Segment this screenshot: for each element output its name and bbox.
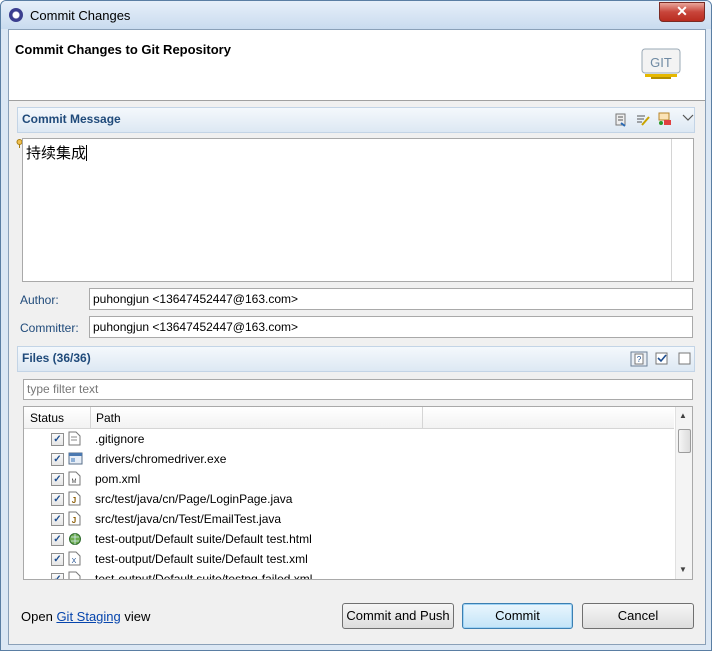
table-row[interactable]: ✓ M pom.xml [24, 469, 674, 489]
svg-text:?: ? [637, 355, 642, 364]
commit-message-section-title: Commit Message [22, 112, 121, 126]
table-row[interactable]: ✓ drivers/chromedriver.exe [24, 449, 674, 469]
table-row[interactable]: ✓ test-output/Default suite/Default test… [24, 529, 674, 549]
java-file-icon: J [68, 511, 81, 526]
column-header-path[interactable]: Path [96, 411, 121, 425]
row-checkbox[interactable]: ✓ [51, 533, 64, 546]
file-path: .gitignore [95, 432, 145, 446]
git-staging-link[interactable]: Git Staging [56, 609, 120, 624]
dialog-heading: Commit Changes to Git Repository [15, 42, 231, 57]
staging-view-hint: Open Git Staging view [21, 609, 150, 624]
column-divider[interactable] [422, 407, 423, 428]
svg-text:J: J [72, 496, 76, 505]
footer-prefix: Open [21, 609, 53, 624]
commit-and-push-button[interactable]: Commit and Push [342, 603, 454, 629]
editor-ruler [671, 139, 672, 281]
table-row[interactable]: ✓ .gitignore [24, 429, 674, 449]
committer-value: puhongjun <13647452447@163.com> [93, 320, 299, 334]
column-divider[interactable] [90, 407, 91, 428]
files-filter[interactable] [23, 379, 693, 400]
window-title: Commit Changes [30, 8, 131, 23]
close-button[interactable]: ✕ [659, 2, 705, 22]
author-value: puhongjun <13647452447@163.com> [93, 292, 299, 306]
filter-input[interactable] [24, 380, 677, 397]
table-row[interactable]: ✓ J src/test/java/cn/Test/EmailTest.java [24, 509, 674, 529]
commit-message-text: 持续集成 [26, 145, 87, 162]
previous-messages-icon[interactable] [614, 113, 628, 127]
row-checkbox[interactable]: ✓ [51, 453, 64, 466]
table-header: Status Path [24, 407, 674, 429]
table-row[interactable]: ✓ test-output/Default suite/testng-faile… [24, 569, 674, 580]
file-path: test-output/Default suite/Default test.h… [95, 532, 312, 546]
row-checkbox[interactable]: ✓ [51, 573, 64, 579]
commit-message-editor[interactable]: 持续集成 [22, 138, 694, 282]
file-path: drivers/chromedriver.exe [95, 452, 227, 466]
xml-file-icon [68, 571, 81, 579]
file-path: test-output/Default suite/testng-failed.… [95, 572, 313, 580]
scrollbar-thumb[interactable] [678, 429, 691, 453]
svg-text:M: M [72, 479, 77, 485]
svg-text:J: J [72, 516, 76, 525]
show-untracked-icon[interactable]: ? [630, 351, 648, 367]
exe-file-icon [68, 452, 83, 465]
dialog-body: Commit Changes to Git Repository GIT Com… [8, 29, 706, 645]
committer-field[interactable]: puhongjun <13647452447@163.com> [89, 316, 693, 338]
footer-suffix: view [124, 609, 151, 624]
html-file-icon [69, 533, 81, 545]
git-logo-text: GIT [650, 55, 672, 70]
deselect-all-icon[interactable] [678, 352, 692, 366]
git-logo-icon: GIT [641, 48, 681, 79]
row-checkbox[interactable]: ✓ [51, 513, 64, 526]
svg-text:X: X [72, 558, 77, 565]
text-caret [86, 145, 88, 161]
text-file-icon [68, 431, 81, 446]
row-checkbox[interactable]: ✓ [51, 553, 64, 566]
row-checkbox[interactable]: ✓ [51, 473, 64, 486]
column-header-status[interactable]: Status [30, 411, 64, 425]
file-path: test-output/Default suite/Default test.x… [95, 552, 308, 566]
files-section-title: Files (36/36) [22, 351, 91, 365]
menu-chevron-icon[interactable] [681, 111, 695, 125]
file-path: pom.xml [95, 472, 141, 486]
dialog-header: Commit Changes to Git Repository GIT [9, 30, 705, 101]
author-label: Author: [20, 293, 59, 307]
files-table[interactable]: Status Path ✓ .gitignore ✓ drivers/chrom… [23, 406, 693, 580]
table-row[interactable]: ✓ X test-output/Default suite/Default te… [24, 549, 674, 569]
committer-label: Committer: [20, 321, 79, 335]
files-scrollbar[interactable]: ▲ ▼ [675, 407, 692, 579]
file-path: src/test/java/cn/Page/LoginPage.java [95, 492, 293, 506]
file-path: src/test/java/cn/Test/EmailTest.java [95, 512, 282, 526]
select-all-icon[interactable] [655, 352, 669, 366]
eclipse-icon [9, 8, 23, 22]
spell-check-icon[interactable] [636, 113, 650, 127]
author-field[interactable]: puhongjun <13647452447@163.com> [89, 288, 693, 310]
xml-file-icon: M [68, 471, 81, 486]
commit-message-section-header: Commit Message [17, 107, 695, 133]
xml-file-icon: X [68, 551, 81, 566]
java-file-icon: J [68, 491, 81, 506]
table-row[interactable]: ✓ J src/test/java/cn/Page/LoginPage.java [24, 489, 674, 509]
scroll-up-icon[interactable]: ▲ [679, 411, 687, 420]
signed-off-icon[interactable] [658, 112, 672, 126]
title-bar[interactable]: Commit Changes ✕ [1, 1, 711, 29]
row-checkbox[interactable]: ✓ [51, 493, 64, 506]
row-checkbox[interactable]: ✓ [51, 433, 64, 446]
files-section-header: Files (36/36) ? [17, 346, 695, 372]
commit-button[interactable]: Commit [462, 603, 573, 629]
commit-dialog: Commit Changes ✕ Commit Changes to Git R… [0, 0, 712, 651]
cancel-button[interactable]: Cancel [582, 603, 694, 629]
scroll-down-icon[interactable]: ▼ [679, 565, 687, 574]
